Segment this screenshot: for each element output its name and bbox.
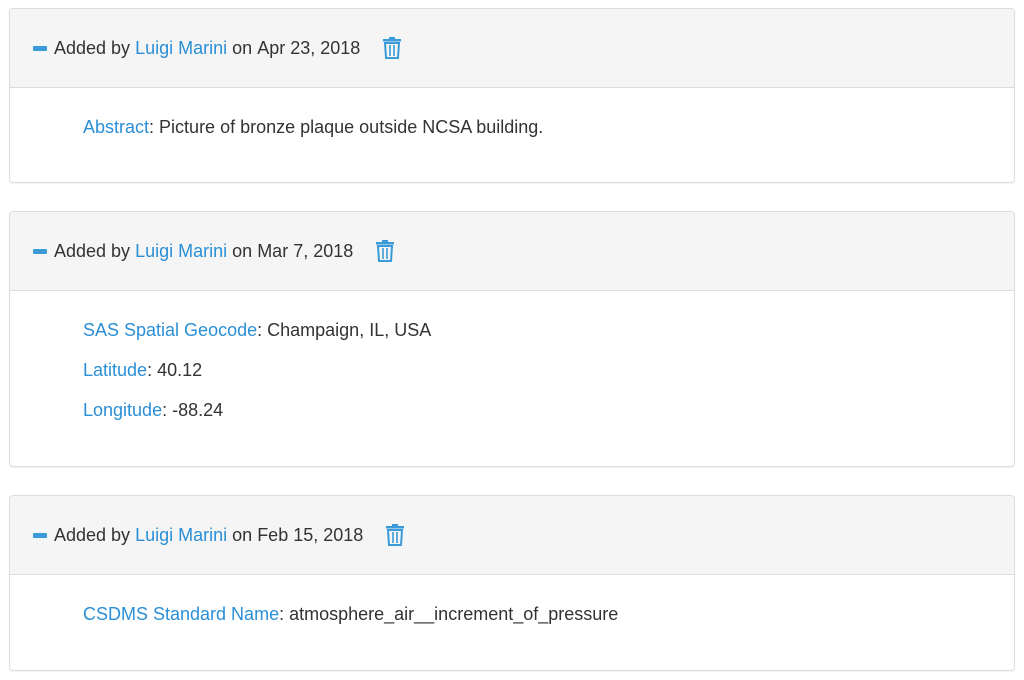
- entry-header: Added by Luigi Marini on Mar 7, 2018: [10, 212, 1014, 291]
- entry-header: Added by Luigi Marini on Feb 15, 2018: [10, 496, 1014, 575]
- field-key-link[interactable]: Latitude: [83, 360, 147, 380]
- metadata-field-row: Latitude: 40.12: [83, 356, 1014, 396]
- on-label: on: [232, 241, 253, 261]
- entry-body: Abstract: Picture of bronze plaque outsi…: [10, 88, 1014, 153]
- collapse-minus-icon[interactable]: [33, 45, 47, 51]
- field-value: Picture of bronze plaque outside NCSA bu…: [159, 117, 544, 137]
- metadata-field-row: Longitude: -88.24: [83, 396, 1014, 436]
- entry-date: Mar 7, 2018: [257, 241, 354, 261]
- added-by-label: Added by: [54, 525, 131, 545]
- metadata-field-row: Abstract: Picture of bronze plaque outsi…: [83, 113, 1014, 153]
- field-key-link[interactable]: CSDMS Standard Name: [83, 604, 279, 624]
- field-key-link[interactable]: Abstract: [83, 117, 149, 137]
- entry-body: CSDMS Standard Name: atmosphere_air__inc…: [10, 575, 1014, 640]
- added-by-label: Added by: [54, 241, 131, 261]
- added-by-label: Added by: [54, 38, 131, 58]
- separator: :: [162, 400, 173, 420]
- collapse-minus-icon[interactable]: [33, 248, 47, 254]
- field-key-link[interactable]: Longitude: [83, 400, 162, 420]
- trash-icon[interactable]: [385, 524, 405, 546]
- metadata-entry: Added by Luigi Marini on Mar 7, 2018 SAS…: [9, 211, 1015, 467]
- entry-date: Apr 23, 2018: [257, 38, 361, 58]
- on-label: on: [232, 525, 253, 545]
- entry-header: Added by Luigi Marini on Apr 23, 2018: [10, 9, 1014, 88]
- metadata-entry: Added by Luigi Marini on Apr 23, 2018 Ab…: [9, 8, 1015, 183]
- trash-icon[interactable]: [382, 37, 402, 59]
- separator: :: [279, 604, 290, 624]
- author-link[interactable]: Luigi Marini: [135, 526, 227, 544]
- author-link[interactable]: Luigi Marini: [135, 242, 227, 260]
- field-value: atmosphere_air__increment_of_pressure: [289, 604, 619, 624]
- entry-body: SAS Spatial Geocode: Champaign, IL, USA …: [10, 291, 1014, 436]
- entry-date: Feb 15, 2018: [257, 525, 364, 545]
- trash-icon[interactable]: [375, 240, 395, 262]
- on-label: on: [232, 38, 253, 58]
- separator: :: [147, 360, 158, 380]
- metadata-field-row: SAS Spatial Geocode: Champaign, IL, USA: [83, 316, 1014, 356]
- separator: :: [257, 320, 268, 340]
- field-value: 40.12: [157, 360, 203, 380]
- separator: :: [149, 117, 160, 137]
- field-value: -88.24: [172, 400, 224, 420]
- author-link[interactable]: Luigi Marini: [135, 39, 227, 57]
- collapse-minus-icon[interactable]: [33, 532, 47, 538]
- field-key-link[interactable]: SAS Spatial Geocode: [83, 320, 257, 340]
- metadata-field-row: CSDMS Standard Name: atmosphere_air__inc…: [83, 600, 1014, 640]
- metadata-entry: Added by Luigi Marini on Feb 15, 2018 CS…: [9, 495, 1015, 671]
- field-value: Champaign, IL, USA: [267, 320, 432, 340]
